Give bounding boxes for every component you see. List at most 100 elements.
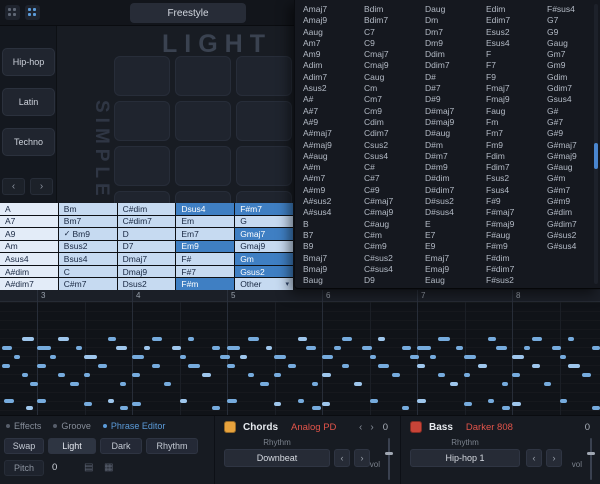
- chord-cell-f#[interactable]: F#: [176, 253, 234, 265]
- popup-chord-cm[interactable]: Cm: [364, 83, 425, 94]
- midi-note[interactable]: [212, 406, 220, 410]
- popup-chord-e9[interactable]: E9: [425, 241, 486, 252]
- chord-cell-a#dim[interactable]: A#dim: [0, 266, 58, 278]
- chord-cell-f#m[interactable]: F#m: [176, 278, 234, 290]
- chord-cell-bm9[interactable]: ✓Bm9: [59, 228, 117, 240]
- midi-note[interactable]: [116, 346, 127, 350]
- popup-chord-gm7[interactable]: Gm7: [547, 49, 600, 60]
- popup-chord-gdim7[interactable]: Gdim7: [547, 83, 600, 94]
- popup-chord-g#sus2[interactable]: G#sus2: [547, 230, 600, 241]
- popup-chord-f#sus4[interactable]: F#sus4: [547, 4, 600, 15]
- popup-chord-csus2[interactable]: Csus2: [364, 140, 425, 151]
- midi-note[interactable]: [464, 355, 476, 359]
- popup-chord-c#maj7[interactable]: C#maj7: [364, 196, 425, 207]
- midi-note[interactable]: [220, 355, 230, 359]
- midi-note[interactable]: [152, 364, 160, 368]
- popup-chord-g#dim[interactable]: G#dim: [547, 207, 600, 218]
- midi-note[interactable]: [378, 337, 385, 341]
- popup-chord-fm9[interactable]: Fm9: [486, 140, 547, 151]
- midi-note[interactable]: [417, 364, 425, 368]
- genre-prev-button[interactable]: ‹: [2, 178, 25, 195]
- midi-note[interactable]: [288, 364, 296, 368]
- bass-pattern-button[interactable]: Hip-hop 1: [410, 449, 520, 467]
- midi-note[interactable]: [560, 355, 566, 359]
- tab-effects[interactable]: Effects: [6, 421, 41, 431]
- midi-note[interactable]: [248, 373, 254, 377]
- popup-chord-e7[interactable]: E7: [425, 230, 486, 241]
- midi-note[interactable]: [560, 399, 567, 403]
- pad[interactable]: [114, 101, 170, 141]
- popup-chord-c#[interactable]: C#: [364, 162, 425, 173]
- midi-note[interactable]: [552, 346, 561, 350]
- midi-note[interactable]: [58, 373, 65, 377]
- midi-note[interactable]: [298, 337, 307, 341]
- popup-chord-cdim[interactable]: Cdim: [364, 117, 425, 128]
- popup-chord-f[interactable]: F: [486, 49, 547, 60]
- popup-chord-c#9[interactable]: C#9: [364, 185, 425, 196]
- popup-chord-adim7[interactable]: Adim7: [303, 72, 364, 83]
- popup-chord-gm9[interactable]: Gm9: [547, 60, 600, 71]
- popup-chord-c7[interactable]: C7: [364, 27, 425, 38]
- genre-techno-button[interactable]: Techno: [2, 128, 55, 156]
- pad[interactable]: [114, 191, 170, 203]
- midi-note[interactable]: [274, 402, 281, 406]
- popup-chord-faug[interactable]: Faug: [486, 106, 547, 117]
- chord-cell-f#m7[interactable]: F#m7: [235, 203, 293, 215]
- popup-chord-dm[interactable]: Dm: [425, 15, 486, 26]
- midi-note[interactable]: [22, 337, 34, 341]
- piano-roll[interactable]: [0, 302, 600, 415]
- popup-chord-a#m9[interactable]: A#m9: [303, 185, 364, 196]
- popup-chord-cm7[interactable]: Cm7: [364, 94, 425, 105]
- chord-cell-a9[interactable]: A9: [0, 228, 58, 240]
- midi-note[interactable]: [417, 399, 426, 403]
- chord-cell-em[interactable]: Em: [176, 216, 234, 228]
- popup-chord-a#sus4[interactable]: A#sus4: [303, 207, 364, 218]
- popup-chord-cmaj9[interactable]: Cmaj9: [364, 60, 425, 71]
- chord-cell-other[interactable]: Other▾: [235, 278, 293, 290]
- midi-note[interactable]: [260, 382, 269, 386]
- midi-note[interactable]: [568, 337, 574, 341]
- pad[interactable]: [114, 146, 170, 186]
- genre-latin-button[interactable]: Latin: [2, 88, 55, 116]
- popup-chord-b[interactable]: B: [303, 219, 364, 230]
- midi-note[interactable]: [2, 346, 12, 350]
- chord-cell-bm7[interactable]: Bm7: [59, 216, 117, 228]
- midi-note[interactable]: [512, 402, 521, 406]
- midi-note[interactable]: [488, 399, 494, 403]
- midi-note[interactable]: [274, 373, 281, 377]
- midi-note[interactable]: [202, 373, 211, 377]
- popup-chord-e[interactable]: E: [425, 219, 486, 230]
- pad[interactable]: [114, 56, 170, 96]
- popup-chord-emaj9[interactable]: Emaj9: [425, 264, 486, 275]
- midi-note[interactable]: [172, 346, 181, 350]
- popup-chord-csus4[interactable]: Csus4: [364, 151, 425, 162]
- popup-chord-g#[interactable]: G#: [547, 106, 600, 117]
- midi-note[interactable]: [188, 337, 194, 341]
- pad[interactable]: [175, 191, 231, 203]
- midi-note[interactable]: [322, 402, 330, 406]
- chord-cell-bsus4[interactable]: Bsus4: [59, 253, 117, 265]
- chord-cell-dmaj9[interactable]: Dmaj9: [118, 266, 176, 278]
- bass-instrument-icon[interactable]: [410, 421, 422, 433]
- popup-chord-daug[interactable]: Daug: [425, 4, 486, 15]
- chords-preset[interactable]: Analog PD: [291, 422, 336, 433]
- popup-chord-fsus4[interactable]: Fsus4: [486, 185, 547, 196]
- midi-note[interactable]: [512, 373, 520, 377]
- midi-note[interactable]: [132, 355, 144, 359]
- genre-next-button[interactable]: ›: [30, 178, 53, 195]
- chord-cell-a[interactable]: A: [0, 203, 58, 215]
- chord-cell-c#dim[interactable]: C#dim: [118, 203, 176, 215]
- chord-cell-dsus4[interactable]: Dsus4: [176, 203, 234, 215]
- midi-note[interactable]: [322, 373, 331, 377]
- midi-note[interactable]: [227, 364, 235, 368]
- popup-chord-gsus4[interactable]: Gsus4: [547, 94, 600, 105]
- midi-note[interactable]: [402, 346, 411, 350]
- midi-note[interactable]: [298, 399, 304, 403]
- midi-note[interactable]: [410, 355, 419, 359]
- popup-chord-bdim7[interactable]: Bdim7: [364, 15, 425, 26]
- popup-chord-adim[interactable]: Adim: [303, 60, 364, 71]
- midi-note[interactable]: [496, 346, 507, 350]
- popup-chord-g#maj7[interactable]: G#maj7: [547, 140, 600, 151]
- midi-note[interactable]: [30, 382, 38, 386]
- midi-note[interactable]: [26, 406, 33, 410]
